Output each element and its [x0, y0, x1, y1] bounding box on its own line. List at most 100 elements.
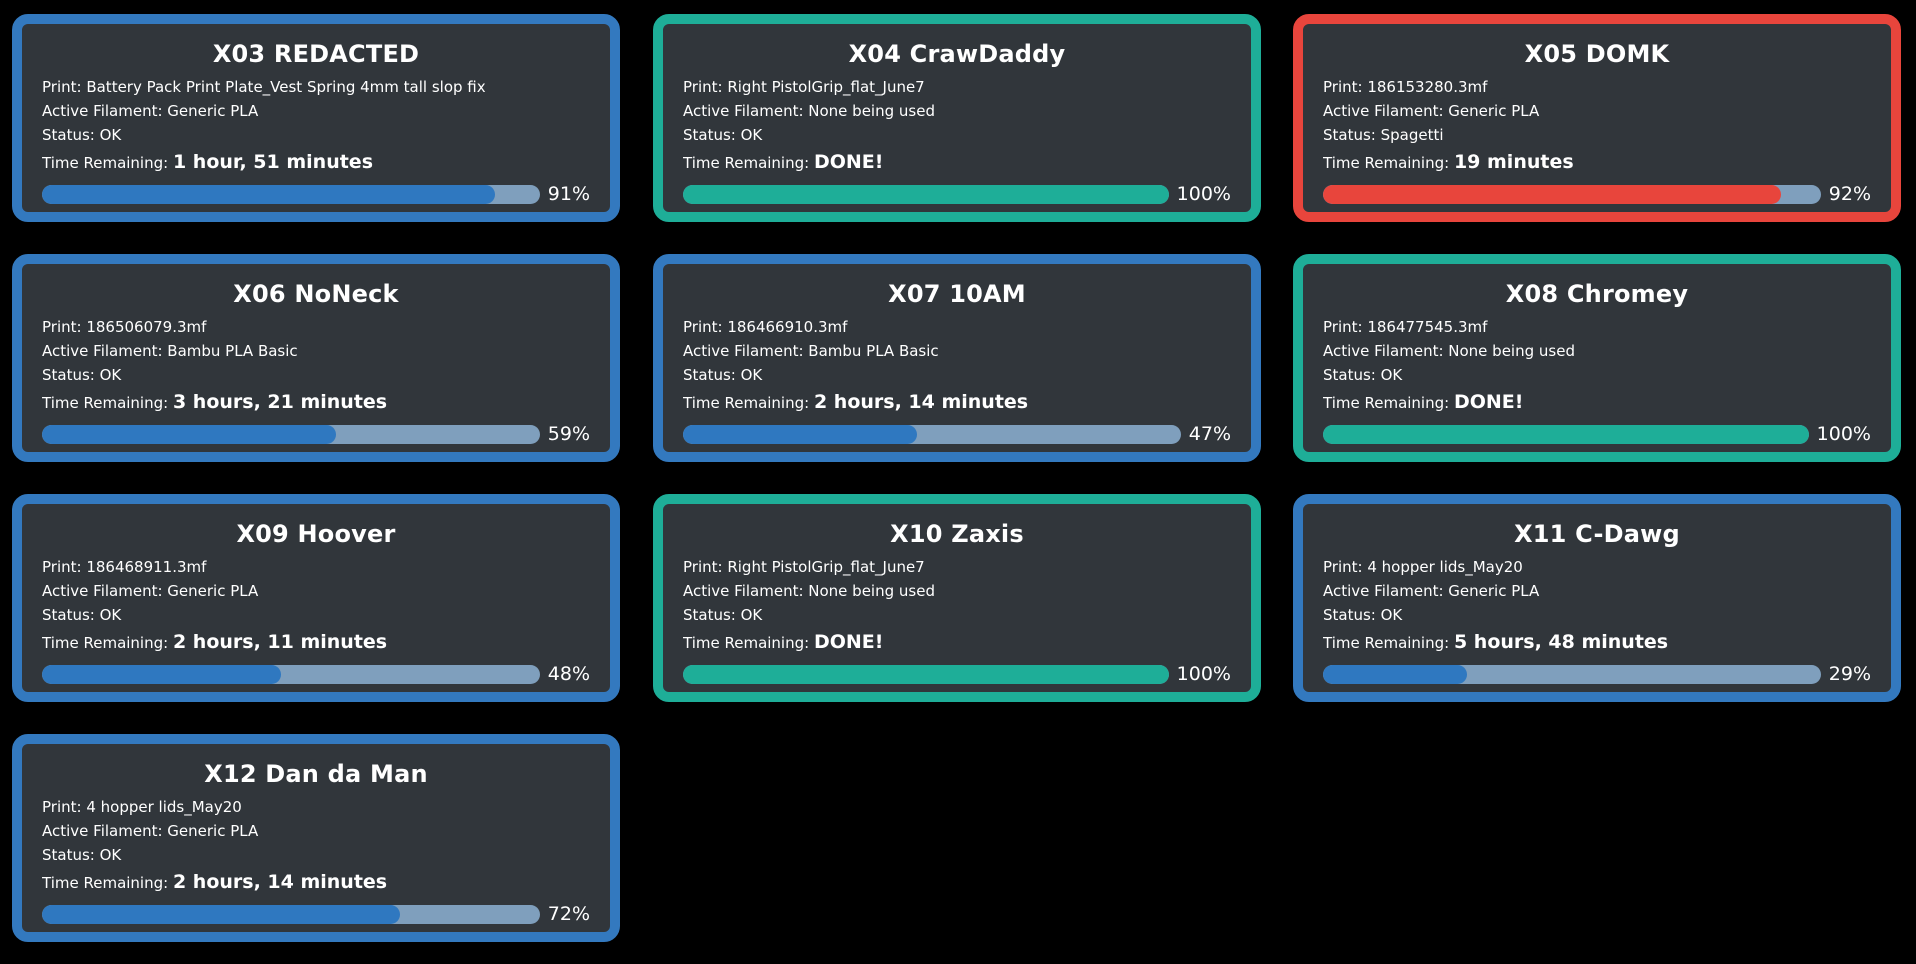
- filament-line: Active Filament: Bambu PLA Basic: [683, 339, 1231, 363]
- progress-percent: 92%: [1828, 183, 1871, 205]
- progress-track: [1323, 184, 1821, 204]
- printer-name: X06 NoNeck: [233, 280, 399, 308]
- printer-card[interactable]: X08 Chromey Print: 186477545.3mf Active …: [1293, 254, 1901, 462]
- time-remaining-line: Time Remaining: 2 hours, 14 minutes: [683, 388, 1231, 417]
- progress-percent: 100%: [1816, 423, 1871, 445]
- progress-fill: [683, 664, 1169, 684]
- print-job-line: Print: 186477545.3mf: [1323, 315, 1871, 339]
- printer-card[interactable]: X04 CrawDaddy Print: Right PistolGrip_fl…: [653, 14, 1261, 222]
- time-label: Time Remaining:: [42, 154, 173, 172]
- printer-card[interactable]: X11 C-Dawg Print: 4 hopper lids_May20 Ac…: [1293, 494, 1901, 702]
- status-line: Status: OK: [1323, 603, 1871, 627]
- progress-percent: 59%: [547, 423, 590, 445]
- time-remaining-value: DONE!: [1453, 391, 1524, 413]
- printer-card[interactable]: X07 10AM Print: 186466910.3mf Active Fil…: [653, 254, 1261, 462]
- printer-name: X12 Dan da Man: [204, 760, 428, 788]
- status-value: Spagetti: [1380, 126, 1444, 144]
- filament-line: Active Filament: Bambu PLA Basic: [42, 339, 590, 363]
- printer-name: X07 10AM: [888, 280, 1026, 308]
- filament-line: Active Filament: Generic PLA: [42, 579, 590, 603]
- progress-percent: 100%: [1176, 183, 1231, 205]
- print-job-value: 186468911.3mf: [86, 558, 207, 576]
- progress-fill: [1323, 664, 1468, 684]
- time-remaining-line: Time Remaining: 5 hours, 48 minutes: [1323, 628, 1871, 657]
- status-value: OK: [99, 366, 122, 384]
- progress-track: [683, 664, 1169, 684]
- progress-track: [42, 904, 540, 924]
- printer-name: X09 Hoover: [236, 520, 396, 548]
- status-value: OK: [99, 126, 122, 144]
- filament-line: Active Filament: Generic PLA: [42, 99, 590, 123]
- status-label: Status:: [683, 366, 741, 384]
- print-job-value: 4 hopper lids_May20: [1367, 558, 1523, 576]
- printer-card[interactable]: X05 DOMK Print: 186153280.3mf Active Fil…: [1293, 14, 1901, 222]
- time-label: Time Remaining:: [1323, 154, 1454, 172]
- time-label: Time Remaining:: [1323, 634, 1454, 652]
- progress-fill: [683, 424, 917, 444]
- status-label: Status:: [42, 846, 100, 864]
- time-remaining-line: Time Remaining: DONE!: [683, 628, 1231, 657]
- status-label: Status:: [1323, 366, 1381, 384]
- print-label: Print:: [42, 798, 87, 816]
- time-label: Time Remaining:: [683, 154, 814, 172]
- progress-track: [683, 184, 1169, 204]
- status-label: Status:: [1323, 126, 1381, 144]
- progress-track: [1323, 664, 1821, 684]
- status-label: Status:: [42, 606, 100, 624]
- time-label: Time Remaining:: [42, 634, 173, 652]
- printer-card[interactable]: X03 REDACTED Print: Battery Pack Print P…: [12, 14, 620, 222]
- filament-line: Active Filament: Generic PLA: [42, 819, 590, 843]
- status-label: Status:: [1323, 606, 1381, 624]
- filament-value: Generic PLA: [1448, 582, 1540, 600]
- filament-label: Active Filament:: [1323, 102, 1449, 120]
- print-label: Print:: [42, 318, 87, 336]
- status-line: Status: Spagetti: [1323, 123, 1871, 147]
- status-value: OK: [1380, 366, 1403, 384]
- print-label: Print:: [1323, 78, 1368, 96]
- progress-fill: [42, 904, 401, 924]
- printer-card[interactable]: X12 Dan da Man Print: 4 hopper lids_May2…: [12, 734, 620, 942]
- filament-line: Active Filament: Generic PLA: [1323, 99, 1871, 123]
- progress-percent: 48%: [547, 663, 590, 685]
- print-label: Print:: [42, 558, 87, 576]
- printer-name: X10 Zaxis: [890, 520, 1024, 548]
- printer-name: X03 REDACTED: [212, 40, 420, 68]
- time-remaining-line: Time Remaining: 19 minutes: [1323, 148, 1871, 177]
- time-label: Time Remaining:: [683, 634, 814, 652]
- filament-label: Active Filament:: [683, 342, 809, 360]
- progress-track: [1323, 424, 1809, 444]
- time-label: Time Remaining:: [42, 394, 173, 412]
- print-job-line: Print: 4 hopper lids_May20: [42, 795, 590, 819]
- progress-percent: 47%: [1188, 423, 1231, 445]
- time-remaining-line: Time Remaining: 2 hours, 14 minutes: [42, 868, 590, 897]
- progress-track: [683, 424, 1181, 444]
- status-value: OK: [740, 366, 763, 384]
- filament-value: None being used: [808, 582, 935, 600]
- progress-row: 48%: [42, 663, 590, 685]
- status-line: Status: OK: [42, 363, 590, 387]
- printer-card[interactable]: X10 Zaxis Print: Right PistolGrip_flat_J…: [653, 494, 1261, 702]
- print-job-value: 186477545.3mf: [1367, 318, 1488, 336]
- printer-card[interactable]: X06 NoNeck Print: 186506079.3mf Active F…: [12, 254, 620, 462]
- print-label: Print:: [683, 558, 728, 576]
- time-remaining-line: Time Remaining: 2 hours, 11 minutes: [42, 628, 590, 657]
- time-remaining-value: 5 hours, 48 minutes: [1453, 631, 1669, 653]
- time-remaining-value: DONE!: [813, 631, 884, 653]
- progress-row: 91%: [42, 183, 590, 205]
- status-label: Status:: [683, 126, 741, 144]
- filament-value: Generic PLA: [167, 582, 259, 600]
- print-job-line: Print: Right PistolGrip_flat_June7: [683, 555, 1231, 579]
- printer-card[interactable]: X09 Hoover Print: 186468911.3mf Active F…: [12, 494, 620, 702]
- time-label: Time Remaining:: [1323, 394, 1454, 412]
- filament-label: Active Filament:: [683, 582, 809, 600]
- status-label: Status:: [42, 366, 100, 384]
- filament-value: Bambu PLA Basic: [808, 342, 939, 360]
- print-label: Print:: [1323, 318, 1368, 336]
- print-job-line: Print: 186506079.3mf: [42, 315, 590, 339]
- progress-fill: [42, 184, 495, 204]
- status-line: Status: OK: [42, 123, 590, 147]
- progress-fill: [1323, 184, 1781, 204]
- time-remaining-value: 19 minutes: [1453, 151, 1574, 173]
- time-remaining-line: Time Remaining: DONE!: [683, 148, 1231, 177]
- status-line: Status: OK: [42, 603, 590, 627]
